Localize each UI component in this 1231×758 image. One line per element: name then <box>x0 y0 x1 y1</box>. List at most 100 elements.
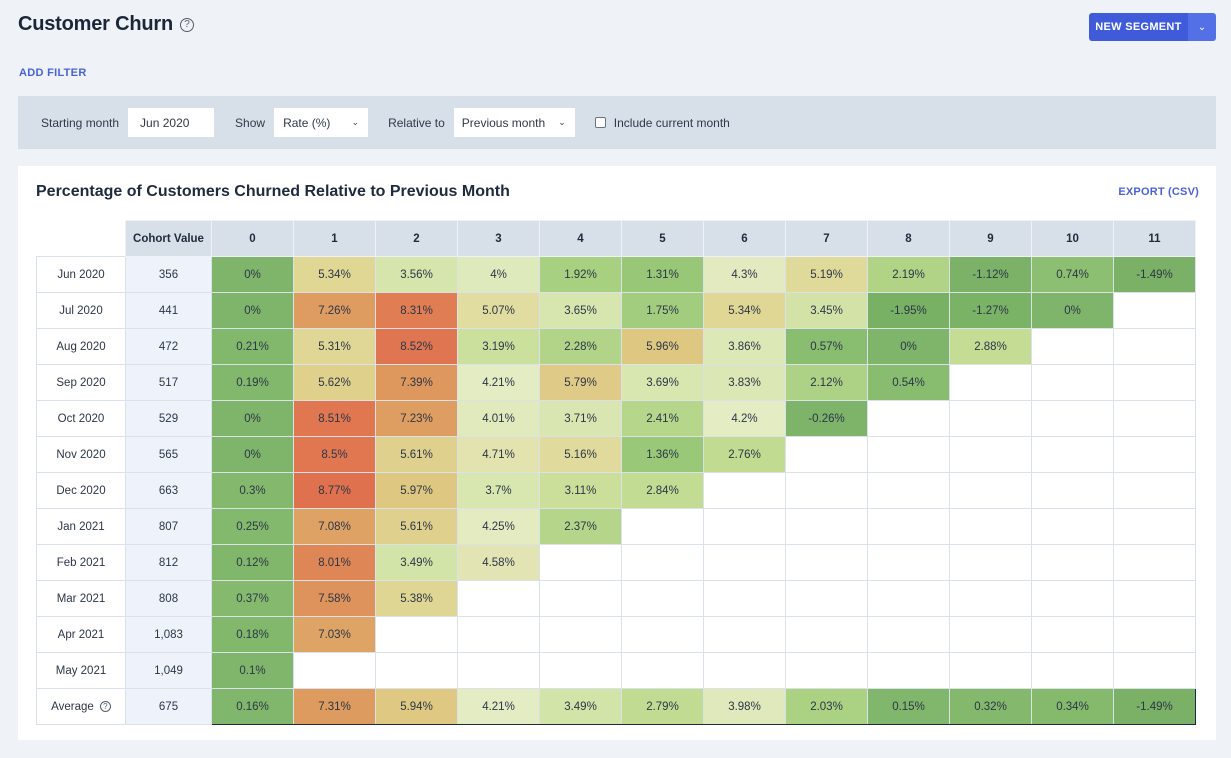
heatmap-cell: 5.34% <box>293 256 376 293</box>
empty-cell <box>785 508 868 545</box>
column-header-1: 1 <box>293 220 376 257</box>
heatmap-cell: 0% <box>867 328 950 365</box>
empty-cell <box>1031 328 1114 365</box>
empty-cell <box>949 580 1032 617</box>
cohort-value: 812 <box>125 544 212 581</box>
empty-cell <box>293 652 376 689</box>
churn-card: Percentage of Customers Churned Relative… <box>18 166 1216 740</box>
heatmap-cell: 7.39% <box>375 364 458 401</box>
empty-cell <box>1031 472 1114 509</box>
cohort-value: 675 <box>125 688 212 725</box>
starting-month-input[interactable]: Jun 2020 <box>128 108 215 137</box>
cohort-label: Jul 2020 <box>36 292 126 329</box>
empty-cell <box>949 652 1032 689</box>
heatmap-cell: 4.2% <box>703 400 786 437</box>
empty-cell <box>621 508 704 545</box>
empty-cell <box>1031 508 1114 545</box>
empty-cell <box>703 580 786 617</box>
include-current-month-label[interactable]: Include current month <box>614 116 730 130</box>
cohort-label: Sep 2020 <box>36 364 126 401</box>
heatmap-cell: 5.97% <box>375 472 458 509</box>
column-header-0: 0 <box>211 220 294 257</box>
heatmap-cell: -1.27% <box>949 292 1032 329</box>
empty-cell <box>1113 544 1196 581</box>
empty-cell <box>785 652 868 689</box>
heatmap-cell: 2.03% <box>785 688 868 725</box>
column-header-5: 5 <box>621 220 704 257</box>
empty-cell <box>1031 652 1114 689</box>
relative-to-select-value: Previous month <box>461 115 546 130</box>
empty-cell <box>621 580 704 617</box>
empty-cell <box>1031 616 1114 653</box>
heatmap-cell: 5.34% <box>703 292 786 329</box>
empty-cell <box>539 652 622 689</box>
heatmap-cell: 3.71% <box>539 400 622 437</box>
table-row: Apr 2021 1,083 0.18% 7.03% <box>36 616 1196 653</box>
new-segment-dropdown-button[interactable]: ⌄ <box>1188 13 1216 41</box>
title-row: Customer Churn ? <box>18 13 194 36</box>
header-row: Cohort Value 0 1 2 3 4 5 6 7 8 9 10 11 <box>36 220 1196 257</box>
heatmap-cell: 7.31% <box>293 688 376 725</box>
column-header-8: 8 <box>867 220 950 257</box>
cohort-value: 441 <box>125 292 212 329</box>
heatmap-cell: 0.16% <box>211 688 294 725</box>
heatmap-cell: 0% <box>211 256 294 293</box>
average-label-text: Average <box>51 700 94 713</box>
question-circle-icon[interactable]: ? <box>179 17 194 32</box>
heatmap-cell: -1.95% <box>867 292 950 329</box>
empty-cell <box>1113 652 1196 689</box>
cohort-value: 517 <box>125 364 212 401</box>
heatmap-cell: 7.03% <box>293 616 376 653</box>
chart-title: Percentage of Customers Churned Relative… <box>36 183 510 200</box>
heatmap-cell: 0.3% <box>211 472 294 509</box>
heatmap-cell: 0.74% <box>1031 256 1114 293</box>
heatmap-cell: 1.92% <box>539 256 622 293</box>
column-header-3: 3 <box>457 220 540 257</box>
new-segment-button[interactable]: NEW SEGMENT <box>1089 13 1188 41</box>
empty-cell <box>1031 364 1114 401</box>
cohort-value: 807 <box>125 508 212 545</box>
heatmap-cell: 3.65% <box>539 292 622 329</box>
empty-cell <box>867 400 950 437</box>
table-row: Jan 2021 807 0.25% 7.08% 5.61% 4.25% 2.37% <box>36 508 1196 545</box>
table-row: May 2021 1,049 0.1% <box>36 652 1196 689</box>
empty-cell <box>949 544 1032 581</box>
heatmap-cell: 0.25% <box>211 508 294 545</box>
empty-cell <box>785 580 868 617</box>
heatmap-cell: 3.49% <box>375 544 458 581</box>
cohort-label: Oct 2020 <box>36 400 126 437</box>
empty-cell <box>1113 508 1196 545</box>
heatmap-cell: 5.19% <box>785 256 868 293</box>
heatmap-cell: 5.61% <box>375 436 458 473</box>
heatmap-cell: 3.56% <box>375 256 458 293</box>
export-csv-link[interactable]: EXPORT (CSV) <box>1118 186 1199 198</box>
relative-to-select[interactable]: Previous month ⌄ <box>453 108 575 137</box>
heatmap-cell: 0% <box>211 436 294 473</box>
heatmap-cell: 0.37% <box>211 580 294 617</box>
heatmap-cell: 1.75% <box>621 292 704 329</box>
empty-cell <box>1031 580 1114 617</box>
show-select[interactable]: Rate (%) ⌄ <box>274 108 369 137</box>
heatmap-cell: 0.34% <box>1031 688 1114 725</box>
heatmap-cell: -0.26% <box>785 400 868 437</box>
heatmap-cell: 3.7% <box>457 472 540 509</box>
heatmap-cell: 5.94% <box>375 688 458 725</box>
heatmap-cell: 2.41% <box>621 400 704 437</box>
heatmap-cell: 0.19% <box>211 364 294 401</box>
heatmap-cell: 1.31% <box>621 256 704 293</box>
heatmap-cell: 0% <box>211 292 294 329</box>
heatmap-cell: 3.11% <box>539 472 622 509</box>
heatmap-cell: 7.26% <box>293 292 376 329</box>
chevron-down-icon: ⌄ <box>351 117 360 127</box>
heatmap-cell: 1.36% <box>621 436 704 473</box>
question-circle-icon[interactable]: ? <box>99 701 111 712</box>
heatmap-cell: 0.15% <box>867 688 950 725</box>
add-filter-link[interactable]: ADD FILTER <box>19 67 87 79</box>
empty-cell <box>539 544 622 581</box>
cohort-value: 565 <box>125 436 212 473</box>
cohort-value: 472 <box>125 328 212 365</box>
cohort-label: Nov 2020 <box>36 436 126 473</box>
include-current-month-checkbox[interactable] <box>594 117 606 128</box>
heatmap-cell: 0.21% <box>211 328 294 365</box>
heatmap-cell: 3.69% <box>621 364 704 401</box>
